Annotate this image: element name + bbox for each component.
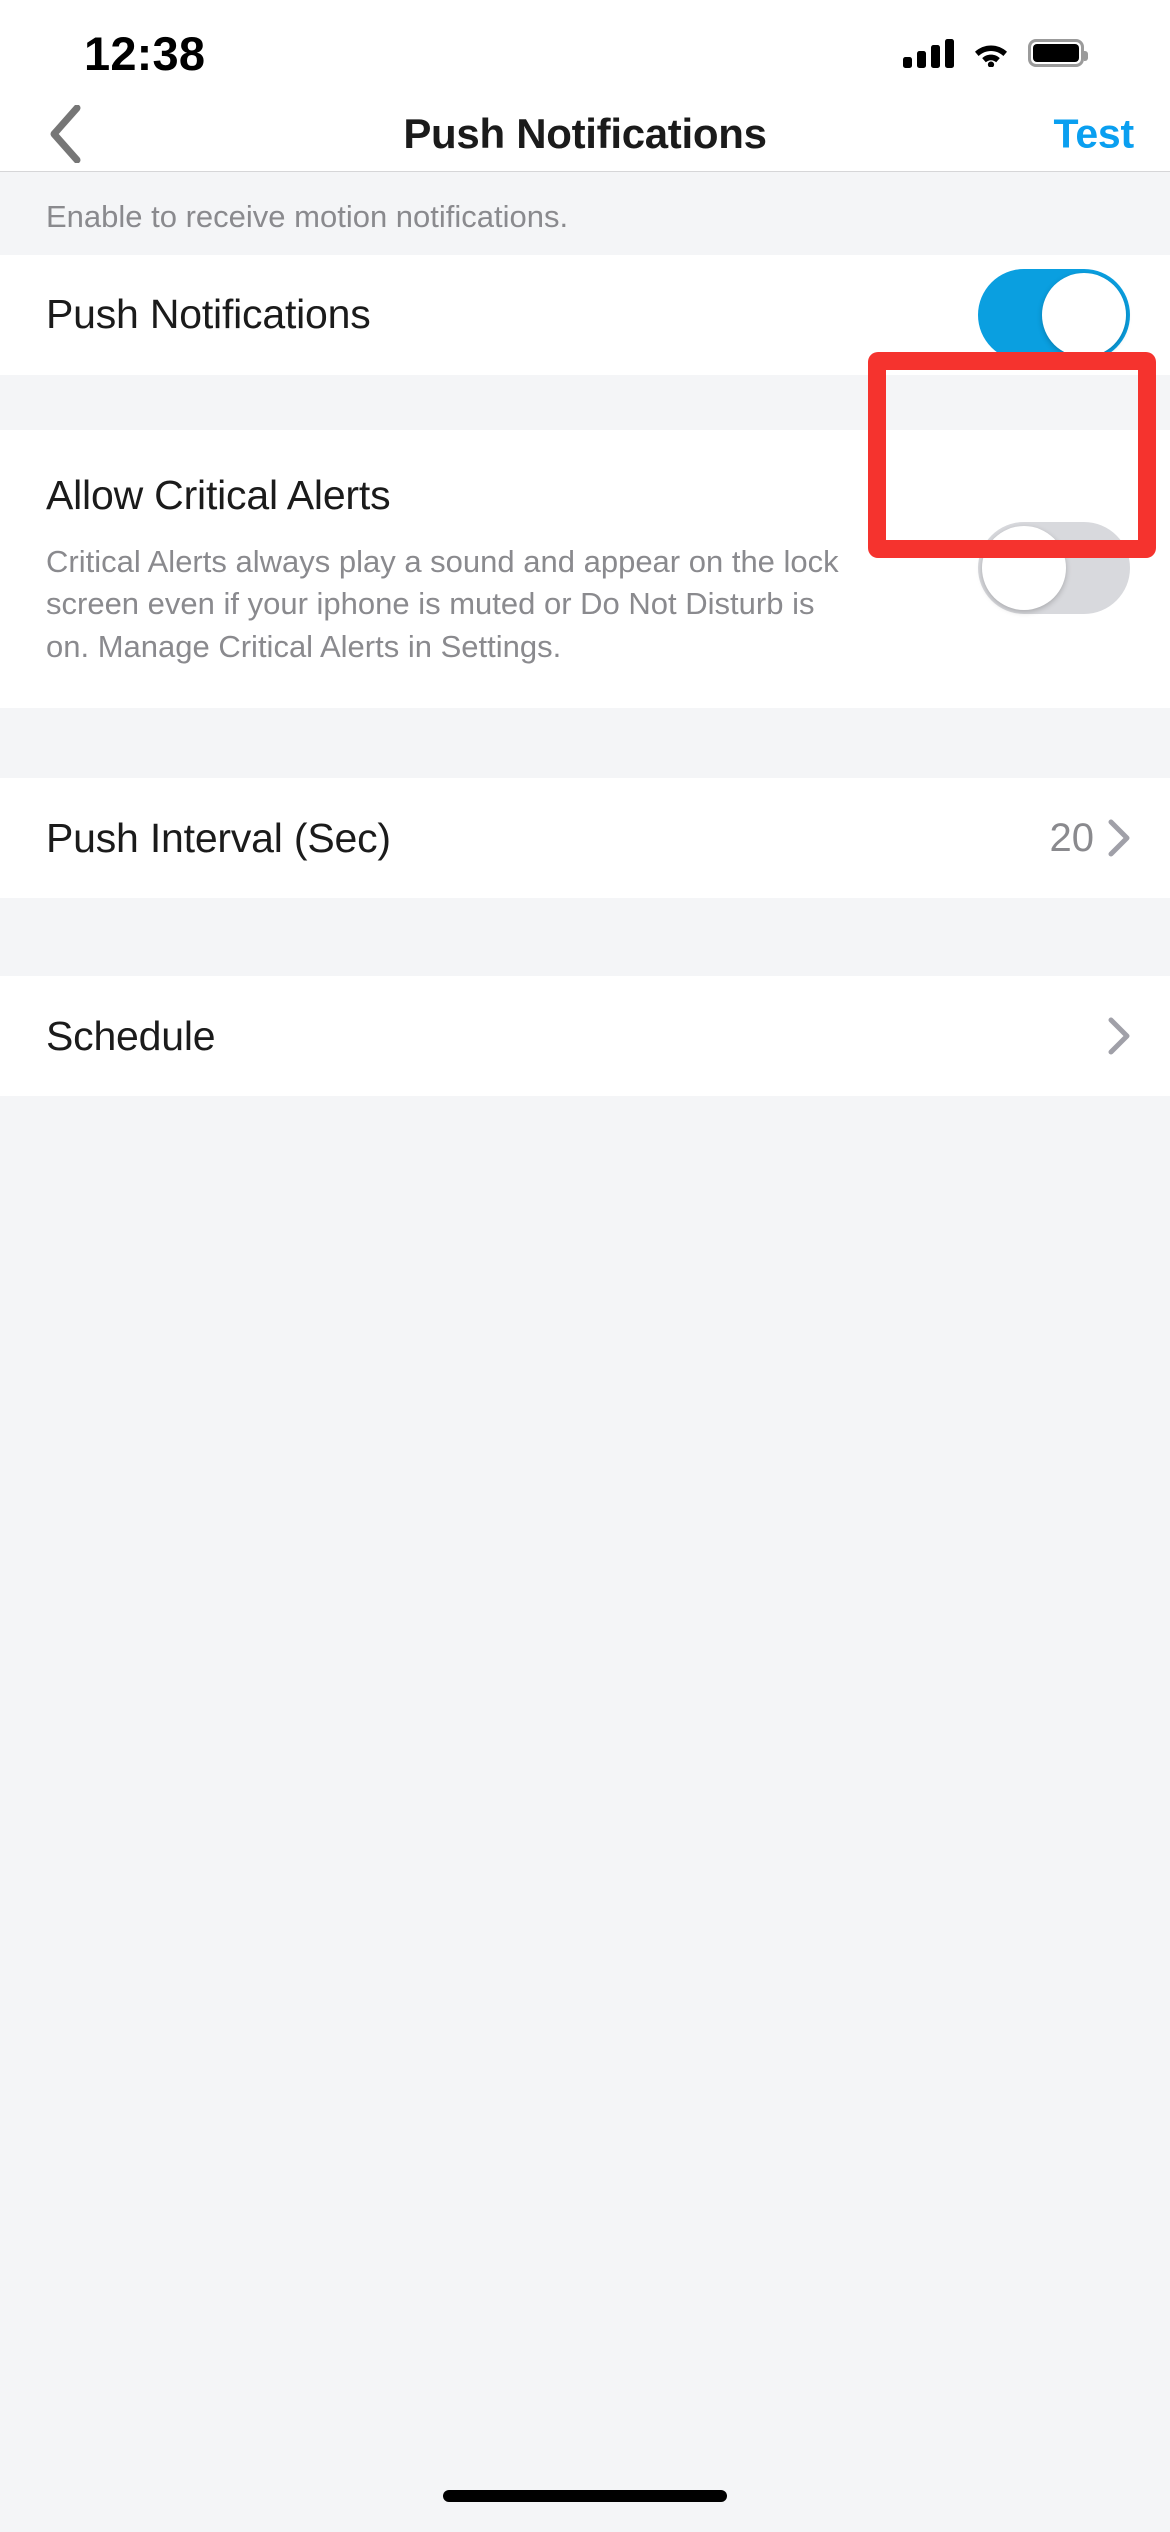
push-notifications-group: Push Notifications bbox=[0, 254, 1170, 375]
toggle-knob bbox=[1042, 272, 1126, 357]
critical-alerts-title: Allow Critical Alerts bbox=[46, 471, 391, 518]
page-title: Push Notifications bbox=[403, 109, 767, 157]
section-gap bbox=[0, 898, 1170, 977]
home-indicator bbox=[443, 2490, 727, 2502]
schedule-group: Schedule bbox=[0, 976, 1170, 1097]
chevron-left-icon bbox=[50, 104, 81, 163]
navigation-bar: Push Notifications Test bbox=[0, 96, 1170, 172]
toggle-knob bbox=[982, 525, 1066, 610]
back-button[interactable] bbox=[30, 99, 100, 169]
critical-alerts-group: Allow Critical Alerts Critical Alerts al… bbox=[0, 429, 1170, 709]
wifi-icon bbox=[975, 45, 1007, 67]
critical-alerts-description: Critical Alerts always play a sound and … bbox=[46, 543, 839, 664]
critical-alerts-text: Allow Critical Alerts Critical Alerts al… bbox=[46, 472, 948, 668]
status-bar-time: 12:38 bbox=[84, 26, 206, 80]
row-push-notifications[interactable]: Push Notifications bbox=[0, 254, 1170, 375]
chevron-right-icon bbox=[1108, 819, 1130, 857]
push-section-description: Enable to receive motion notifications. bbox=[46, 199, 569, 234]
status-bar: 12:38 bbox=[0, 0, 1170, 96]
row-push-interval-right: 20 bbox=[1050, 816, 1131, 861]
row-schedule-right bbox=[1108, 1017, 1130, 1055]
status-bar-indicators bbox=[903, 38, 1088, 68]
row-push-interval-label: Push Interval (Sec) bbox=[46, 814, 391, 861]
push-notifications-toggle[interactable] bbox=[978, 268, 1130, 361]
test-button[interactable]: Test bbox=[1054, 110, 1135, 157]
allow-critical-alerts-toggle[interactable] bbox=[978, 521, 1130, 614]
push-interval-group: Push Interval (Sec) 20 bbox=[0, 778, 1170, 899]
section-gap bbox=[0, 374, 1170, 430]
row-allow-critical-alerts[interactable]: Allow Critical Alerts Critical Alerts al… bbox=[0, 429, 1170, 709]
push-interval-value: 20 bbox=[1049, 815, 1095, 860]
chevron-right-icon bbox=[1108, 1017, 1130, 1055]
section-gap bbox=[0, 708, 1170, 779]
row-schedule[interactable]: Schedule bbox=[0, 976, 1170, 1097]
row-schedule-label: Schedule bbox=[46, 1012, 216, 1059]
settings-list: Enable to receive motion notifications. … bbox=[0, 172, 1170, 2532]
row-push-notifications-label: Push Notifications bbox=[46, 291, 371, 338]
critical-alerts-toggle-wrap bbox=[978, 472, 1130, 614]
row-push-interval[interactable]: Push Interval (Sec) 20 bbox=[0, 778, 1170, 899]
battery-full-icon bbox=[1028, 39, 1088, 67]
cellular-signal-icon bbox=[903, 38, 954, 68]
